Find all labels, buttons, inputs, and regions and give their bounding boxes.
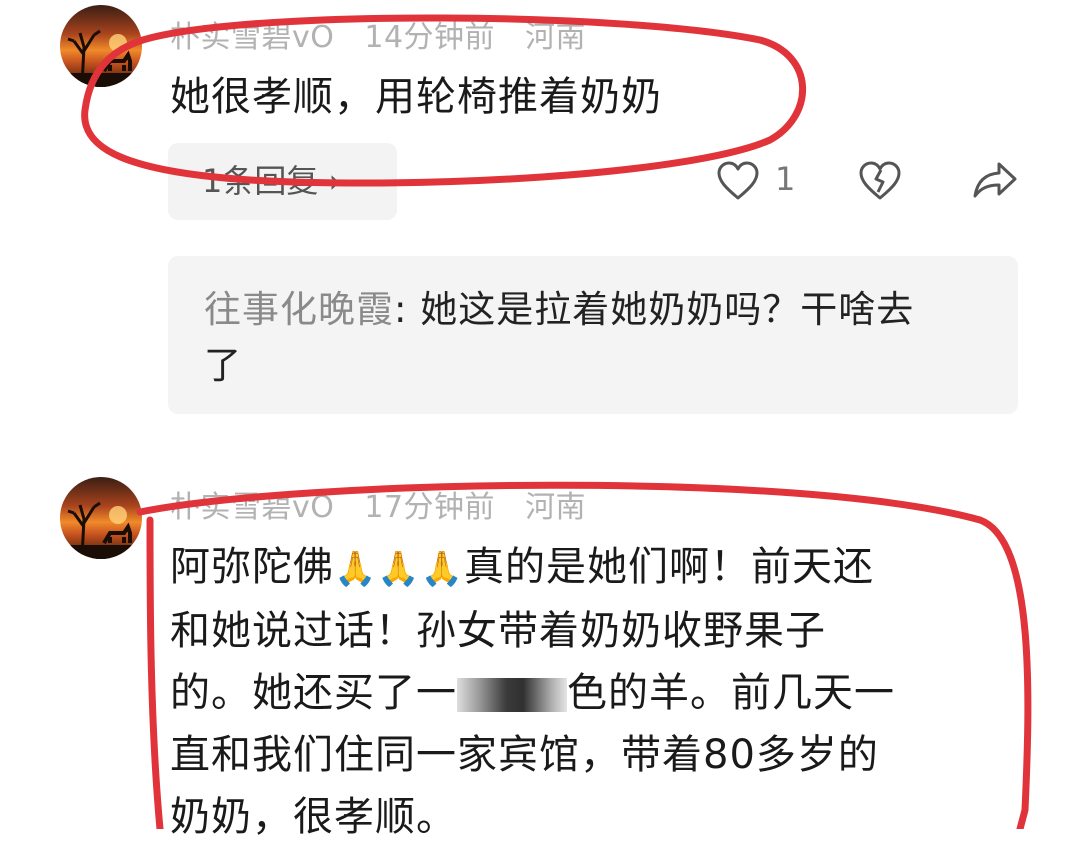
reply-text-continued: 了 [204,344,242,387]
view-replies-button[interactable]: 1条回复 › [168,143,397,220]
comment-text-part: 的。她还买了一 [170,670,457,716]
dislike-button[interactable] [858,160,902,206]
location: 河南 [525,20,587,55]
comment-meta: 朴实雪碧vO 17分钟前 河南 [170,482,616,526]
dislike-heart-icon [859,161,901,200]
timestamp: 14分钟前 [364,20,496,55]
comment-text-line: 直和我们住同一家宾馆，带着80多岁的 [170,732,879,778]
praying-hands-emoji: 🙏🙏🙏 [334,549,465,589]
avatar[interactable] [60,477,142,559]
like-button[interactable] [716,160,760,206]
comment-text: 她很孝顺，用轮椅推着奶奶 [170,74,662,120]
share-button[interactable] [972,160,1018,204]
timestamp: 17分钟前 [364,490,496,525]
censored-region [457,678,567,712]
comment-text: 阿弥陀佛🙏🙏🙏真的是她们啊！前天还 和她说过话！孙女带着奶奶收野果子 的。她还买… [170,536,1040,848]
comment-meta: 朴实雪碧vO 14分钟前 河南 [170,12,616,56]
comment-text-part: 阿弥陀佛 [170,544,334,590]
author-name[interactable]: 朴实雪碧vO [170,20,334,55]
comment-text-line: 和她说过话！孙女带着奶奶收野果子 [170,608,826,654]
location: 河南 [525,490,587,525]
avatar[interactable] [60,5,142,87]
reply-text: 她这是拉着她奶奶吗？干啥去 [420,288,915,331]
comment-text-line: 奶奶，很孝顺。 [170,794,457,840]
comment-text-part: 真的是她们啊！前天还 [464,544,875,590]
reply-separator: : [394,288,421,331]
author-name[interactable]: 朴实雪碧vO [170,490,334,525]
share-icon [973,162,1017,198]
avatar-image [60,29,142,87]
avatar-image [60,501,142,559]
like-count: 1 [775,160,796,198]
reply-preview[interactable]: 往事化晚霞: 她这是拉着她奶奶吗？干啥去 了 [168,256,1018,414]
reply-author[interactable]: 往事化晚霞 [204,288,394,331]
comment-text-part: 色的羊。前几天一 [567,670,895,716]
heart-icon [717,161,759,200]
